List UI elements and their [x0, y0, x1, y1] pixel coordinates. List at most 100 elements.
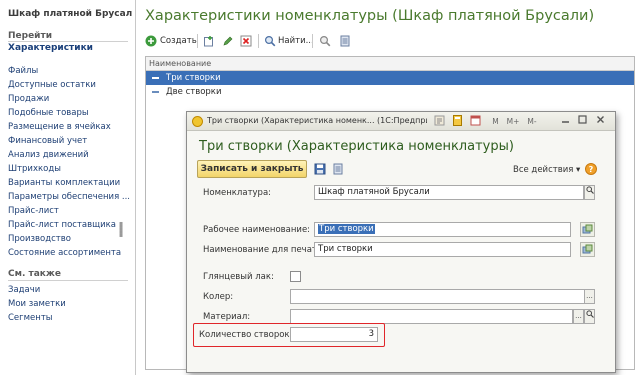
magnifier-icon	[585, 186, 594, 194]
navigation-panel: Шкаф платяной Брусал... Перейти Характер…	[0, 0, 136, 375]
nav-item-similar[interactable]: Подобные товары	[8, 108, 89, 118]
nav-item-files[interactable]: Файлы	[8, 66, 38, 76]
working-name-field[interactable]: Три створки	[314, 222, 571, 237]
delete-icon	[240, 35, 252, 47]
divider	[8, 280, 128, 281]
memory-button[interactable]: M	[489, 115, 502, 128]
edit-icon	[223, 36, 233, 46]
material-select-button[interactable]: ...	[573, 309, 584, 324]
history-icon	[434, 115, 445, 126]
nav-item-stock[interactable]: Доступные остатки	[8, 80, 96, 90]
nav-item-assortment[interactable]: Состояние ассортимента	[8, 248, 121, 258]
nav-item-notes[interactable]: Мои заметки	[8, 299, 66, 309]
column-header-name[interactable]: Наименование	[146, 57, 634, 71]
nav-item-movements[interactable]: Анализ движений	[8, 150, 89, 160]
working-name-action-button[interactable]	[580, 222, 595, 237]
create-button-label: Создать	[160, 36, 197, 46]
help-icon[interactable]: ?	[585, 163, 597, 175]
nav-item-tasks[interactable]: Задачи	[8, 285, 40, 295]
nav-item-finance[interactable]: Финансовый учет	[8, 136, 87, 146]
close-button[interactable]	[594, 115, 607, 128]
nav-history-button[interactable]	[433, 115, 446, 128]
divider	[197, 34, 198, 48]
doors-count-field[interactable]: 3	[290, 327, 378, 342]
create-icon	[145, 35, 157, 47]
gloss-label: Глянцевый лак:	[203, 272, 274, 282]
print-name-label: Наименование для печати:	[203, 245, 326, 255]
copy-button[interactable]	[203, 33, 215, 49]
nav-title: Шкаф платяной Брусал...	[8, 9, 132, 19]
page-title: Характеристики номенклатуры (Шкаф платян…	[145, 8, 595, 24]
characteristic-dialog: Три створки (Характеристика номенк... (1…	[186, 111, 616, 373]
more-dots-icon: ▪ ▪ ▪ ▪ ▪	[119, 220, 124, 239]
list-icon	[340, 35, 350, 47]
calendar-button[interactable]	[469, 115, 482, 128]
magnifier-icon	[585, 310, 594, 318]
find-button[interactable]: Найти...	[264, 33, 314, 49]
maximize-icon	[578, 115, 587, 124]
find-icon	[264, 35, 276, 47]
list-settings-button[interactable]	[339, 33, 351, 49]
row-marker-icon	[152, 77, 159, 79]
edit-button[interactable]	[222, 33, 234, 49]
minimize-icon	[562, 121, 569, 123]
calculator-icon	[453, 115, 462, 126]
gloss-checkbox[interactable]	[290, 271, 301, 282]
list-item[interactable]: Три створки	[146, 71, 634, 85]
nomenclature-field[interactable]: Шкаф платяной Брусали	[314, 185, 584, 200]
row-marker-icon	[152, 91, 159, 93]
calculator-button[interactable]	[451, 115, 464, 128]
open-icon	[582, 244, 593, 254]
nav-item-pricelist[interactable]: Прайс-лист	[8, 206, 59, 216]
nomenclature-label: Номенклатура:	[203, 188, 272, 198]
nav-item-production[interactable]: Производство	[8, 234, 71, 244]
memory-minus-button[interactable]: M-	[524, 115, 540, 128]
search-clear-icon	[319, 35, 331, 47]
material-label: Материал:	[203, 312, 251, 322]
print-name-field[interactable]: Три створки	[314, 242, 571, 257]
print-name-action-button[interactable]	[580, 242, 595, 257]
save-and-close-button[interactable]: Записать и закрыть	[197, 160, 307, 178]
nav-current-item[interactable]: Характеристики	[8, 43, 93, 53]
nav-item-segments[interactable]: Сегменты	[8, 313, 53, 323]
dialog-caption: Три створки (Характеристика номенк... (1…	[207, 116, 427, 125]
list-item-label: Две створки	[166, 87, 222, 97]
divider	[312, 34, 313, 48]
list-item[interactable]: Две створки	[146, 85, 634, 99]
nav-item-barcodes[interactable]: Штрихкоды	[8, 164, 61, 174]
maximize-button[interactable]	[576, 115, 589, 128]
nav-see-also-header: См. также	[8, 269, 61, 279]
working-name-label: Рабочее наименование:	[203, 225, 311, 235]
nav-item-supply[interactable]: Параметры обеспечения ...	[8, 192, 130, 202]
color-label: Колер:	[203, 292, 234, 302]
create-button[interactable]: Создать	[145, 33, 197, 49]
all-actions-menu[interactable]: Все действия ▾	[513, 165, 580, 175]
color-select-button[interactable]: ...	[584, 289, 595, 304]
working-name-value: Три створки	[318, 224, 375, 234]
doors-count-label: Количество створок:	[199, 330, 293, 340]
material-open-button[interactable]	[584, 309, 595, 324]
delete-button[interactable]	[240, 33, 252, 49]
material-field[interactable]	[290, 309, 573, 324]
nav-goto-header: Перейти	[8, 31, 53, 41]
document-list-icon[interactable]	[332, 163, 344, 175]
dialog-title: Три створки (Характеристика номенклатуры…	[199, 139, 514, 154]
close-icon	[597, 116, 604, 123]
dialog-caption-bar[interactable]: Три створки (Характеристика номенк... (1…	[187, 112, 615, 131]
list-item-label: Три створки	[166, 73, 221, 83]
copy-icon	[204, 36, 213, 47]
nav-item-supplier-pricelist[interactable]: Прайс-лист поставщика	[8, 220, 116, 230]
nav-item-cells[interactable]: Размещение в ячейках	[8, 122, 111, 132]
search-clear-button[interactable]	[319, 33, 331, 49]
divider	[258, 34, 259, 48]
color-field[interactable]	[290, 289, 585, 304]
find-button-label: Найти...	[278, 36, 314, 46]
divider	[8, 41, 128, 42]
memory-plus-button[interactable]: M+	[505, 115, 521, 128]
nomenclature-open-button[interactable]	[584, 185, 595, 200]
calendar-icon	[470, 115, 481, 126]
nav-item-kits[interactable]: Варианты комплектации	[8, 178, 120, 188]
save-icon[interactable]	[314, 163, 326, 175]
nav-item-sales[interactable]: Продажи	[8, 94, 49, 104]
minimize-button[interactable]	[559, 115, 572, 128]
